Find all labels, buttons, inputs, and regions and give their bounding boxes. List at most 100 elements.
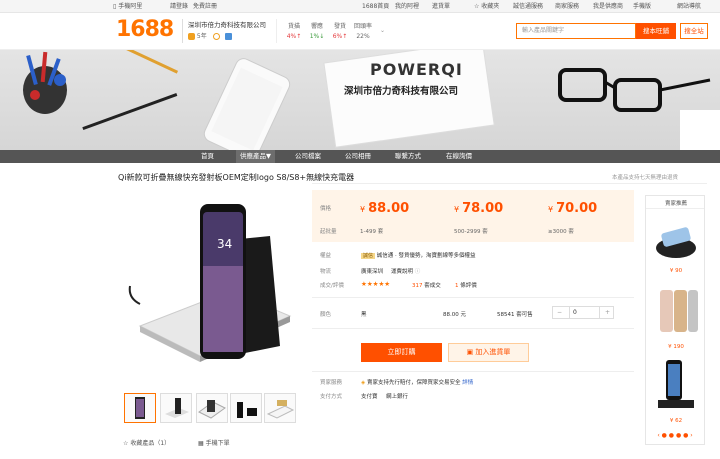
recommended-price-3: ¥ 62 [669, 418, 683, 424]
my-alibaba-link[interactable]: 我的阿裡 [395, 0, 419, 13]
thumbnail-4[interactable] [230, 393, 262, 423]
price-tier-1: ¥88.00 [360, 201, 410, 216]
shipping-info-link[interactable]: 運費說明 ⓘ [391, 267, 420, 275]
site-nav-link[interactable]: 網站導航 [677, 0, 701, 13]
logo-1688[interactable]: 1688 [116, 17, 174, 42]
guarantee-icon [212, 33, 220, 40]
favorites-link[interactable]: ☆ 收藏夾 [474, 0, 499, 13]
shop-years: 5年 [196, 33, 207, 40]
quantity-stepper[interactable]: − 0 + [552, 306, 614, 319]
payment-bank: 網上銀行 [386, 394, 409, 400]
banner-company-name: 深圳市倍力奇科技有限公司 [344, 86, 459, 97]
search-input[interactable]: 輸入產品關鍵字 [516, 23, 636, 39]
service-details-link[interactable]: 詳情 [462, 380, 473, 386]
supplier-link[interactable]: 我是供應商 [593, 0, 623, 13]
svg-text:34: 34 [217, 237, 232, 251]
search-shop-button[interactable]: 搜本旺鋪 [636, 23, 676, 39]
logistics-label: 物流 [320, 269, 332, 275]
recommended-price-2: ¥ 190 [668, 344, 684, 350]
divider [312, 371, 634, 372]
qr-code-icon: ▦ [198, 440, 204, 447]
mobile-alibaba-link[interactable]: ▯ 手機阿里 [113, 0, 142, 13]
shield-icon: ◈ [361, 380, 366, 386]
plus-button[interactable]: + [605, 307, 610, 318]
login-link[interactable]: 請登錄 [170, 0, 188, 13]
thumbnail-1[interactable] [124, 393, 156, 423]
home-link[interactable]: 1688首頁 [362, 0, 389, 13]
top-bar: ▯ 手機阿里 請登錄 免費註冊 1688首頁 我的阿裡 進貨單 ☆ 收藏夾 誠信… [0, 0, 720, 13]
service-value: ◈ 賣家支持先行賠付，保障買家交易安全 詳情 [361, 380, 474, 386]
recommended-item-3[interactable] [652, 356, 700, 414]
recommended-item-1[interactable] [652, 214, 700, 266]
question-icon: ⓘ [414, 269, 421, 275]
review-count[interactable]: 1 條評價 [455, 281, 477, 289]
purchase-list-link[interactable]: 進貨單 [432, 0, 450, 13]
charger-image: 34 [128, 204, 292, 362]
nav-inquiry[interactable]: 在線詢價 [446, 150, 472, 163]
seller-recommendations: 賣家推薦 ¥ 90 ¥ 190 ¥ 62 [645, 195, 705, 445]
payment-label: 支付方式 [320, 394, 343, 400]
divider [599, 307, 600, 318]
shop-header: 1688 深圳市倍力奇科技有限公司 5年 貨描 4%↑ 響應 1%↓ 發貨 6%↑ 回… [0, 13, 720, 50]
merchant-service-link[interactable]: 商家服務 [555, 0, 579, 13]
price-panel: 價格 起批量 ¥88.00 1-499 套 ¥78.00 500-2999 套 … [312, 190, 634, 242]
reviews-label: 成交/評價 [320, 283, 344, 289]
mobile-version-link[interactable]: 手機版 [633, 0, 651, 13]
thumbnail-2[interactable] [160, 393, 192, 423]
banner-artwork [23, 50, 720, 150]
register-link[interactable]: 免費註冊 [193, 0, 217, 13]
return-policy[interactable]: 本產品支持七天無理由退貨 [612, 173, 678, 181]
moq-label: 起批量 [320, 229, 337, 235]
qty-range-1: 1-499 套 [360, 229, 384, 235]
divider [569, 307, 570, 318]
nav-profile[interactable]: 公司檔案 [295, 150, 321, 163]
divider [312, 297, 634, 298]
deals-count[interactable]: 317 套成交 [412, 281, 441, 289]
payment-alipay: 支付寶 [361, 394, 378, 400]
color-label: 顏色 [320, 312, 332, 318]
search-all-button[interactable]: 搜全站 [680, 23, 708, 39]
thumbnail-3[interactable] [196, 393, 228, 423]
nav-contact[interactable]: 聯繫方式 [395, 150, 421, 163]
divider [312, 183, 707, 184]
sidebar-title: 賣家推薦 [664, 201, 687, 207]
nav-home[interactable]: 首頁 [201, 150, 214, 163]
verified-icon [224, 33, 232, 40]
divider [312, 328, 634, 329]
shop-name[interactable]: 深圳市倍力奇科技有限公司 [188, 19, 266, 29]
favorite-product[interactable]: ☆ 收藏產品（1） [123, 438, 170, 447]
chevron-down-icon[interactable]: ⌄ [380, 27, 385, 34]
divider [276, 19, 277, 43]
color-price: 88.00 元 [443, 312, 466, 318]
service-label: 買家服務 [320, 380, 343, 386]
stat-description: 貨描 4%↑ [286, 23, 302, 40]
divider [646, 208, 704, 209]
trust-badge-icon [188, 33, 195, 40]
nav-album[interactable]: 公司相冊 [345, 150, 371, 163]
price-tier-3: ¥70.00 [548, 201, 598, 216]
cart-icon: ▣ [466, 348, 474, 356]
add-to-cart-button[interactable]: ▣ 加入進貨單 [448, 343, 529, 362]
shop-nav: 首頁 供應產品▼ 公司檔案 公司相冊 聯繫方式 在線詢價 [0, 150, 720, 163]
product-main-image[interactable]: 34 [120, 186, 300, 386]
minus-button[interactable]: − [557, 307, 562, 318]
recommended-price-1: ¥ 90 [669, 268, 683, 274]
nav-products[interactable]: 供應產品▼ [236, 150, 275, 163]
order-now-button[interactable]: 立即訂購 [361, 343, 442, 362]
mobile-order[interactable]: ▦ 手機下單 [198, 438, 230, 447]
product-title: Qi新款可折疊無線快充發射板OEM定制logo S8/S8+無線快充電器 [118, 173, 355, 182]
stat-return-rate: 回頭率 22% [353, 23, 372, 40]
thumbnail-5[interactable] [264, 393, 296, 423]
stock-count: 58541 套可售 [497, 312, 533, 318]
price-tier-2: ¥78.00 [454, 201, 504, 216]
shop-meta: 5年 [188, 31, 232, 40]
qty-range-2: 500-2999 套 [454, 229, 488, 235]
recommended-item-2[interactable] [652, 284, 700, 336]
qty-range-3: ≥3000 套 [548, 229, 574, 235]
guarantee-value: 誠信 誠信通 · 發貨優勢，淘寶劃線等多個權益 [361, 253, 476, 259]
shop-banner: POWERQI 深圳市倍力奇科技有限公司 [0, 50, 720, 150]
color-option[interactable]: 黑 [361, 310, 367, 318]
buyer-service-link[interactable]: 誠信通服務 [513, 0, 543, 13]
quantity-input[interactable]: 0 [573, 307, 577, 318]
carousel-pagination[interactable]: ‹ ● ● ● ● › [655, 432, 695, 439]
